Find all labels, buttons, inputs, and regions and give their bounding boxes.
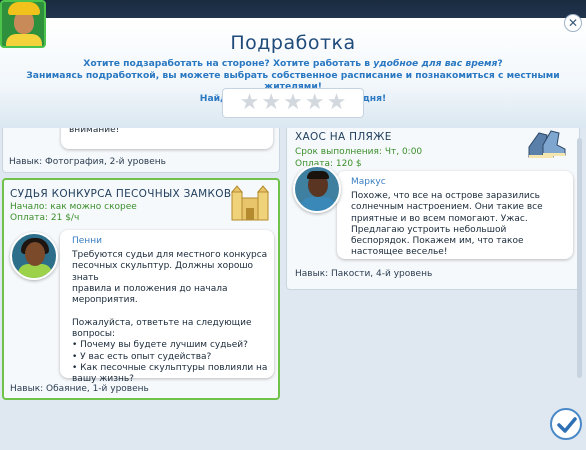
job-description: Требуются судьи для местного конкурса пе… xyxy=(72,250,268,385)
job-card-photography[interactable]: внимание! Навык: Фотография, 2-й уровень xyxy=(2,128,280,173)
checkmark-icon xyxy=(557,417,577,433)
job-skill-requirement: Навык: Пакости, 4-й уровень xyxy=(295,269,433,279)
scrollbar[interactable] xyxy=(577,138,582,378)
job-card-sandcastle-judge[interactable]: СУДЬЯ КОНКУРСА ПЕСОЧНЫХ ЗАМКОВ Начало: к… xyxy=(2,178,280,400)
job-skill-requirement: Навык: Фотография, 2-й уровень xyxy=(9,157,166,167)
job-pay: Оплата: 21 $/ч xyxy=(10,213,80,223)
close-icon: ✕ xyxy=(567,16,579,30)
star-icon[interactable]: ★ xyxy=(283,92,303,114)
job-skill-requirement: Навык: Обаяние, 1-й уровень xyxy=(10,384,149,394)
dialog-header: Подработка Хотите подзаработать на сторо… xyxy=(0,18,586,130)
sim-name: Маркус xyxy=(351,177,386,187)
sneakers-icon xyxy=(528,130,566,158)
job-card-beach-chaos[interactable]: ХАОС НА ПЛЯЖЕ Срок выполнения: Чт, 0:00 … xyxy=(286,128,580,290)
job-description: Похоже, что все на острове заразились со… xyxy=(351,191,543,258)
sim-avatar xyxy=(10,232,58,280)
close-button[interactable]: ✕ xyxy=(564,14,582,32)
hard-hat-icon xyxy=(8,2,40,15)
job-title: СУДЬЯ КОНКУРСА ПЕСОЧНЫХ ЗАМКОВ xyxy=(10,188,232,200)
star-icon[interactable]: ★ xyxy=(240,92,260,114)
star-icon[interactable]: ★ xyxy=(261,92,281,114)
job-description-bubble: Маркус Похоже, что все на острове зарази… xyxy=(337,171,573,259)
dialog-title: Подработка xyxy=(230,32,356,54)
star-icon[interactable]: ★ xyxy=(327,92,347,114)
active-sim-portrait[interactable] xyxy=(0,0,46,48)
job-start: Начало: как можно скорее xyxy=(10,202,137,212)
sandcastle-icon xyxy=(230,185,270,221)
job-description-bubble: внимание! xyxy=(61,128,273,149)
rating-filter[interactable]: ★ ★ ★ ★ ★ xyxy=(222,88,364,118)
star-icon[interactable]: ★ xyxy=(305,92,325,114)
job-title: ХАОС НА ПЛЯЖЕ xyxy=(295,131,392,143)
confirm-button[interactable] xyxy=(550,408,582,440)
odd-jobs-list[interactable]: внимание! Навык: Фотография, 2-й уровень… xyxy=(0,128,586,450)
job-deadline: Срок выполнения: Чт, 0:00 xyxy=(295,147,423,157)
job-description-bubble: Пенни Требуются судьи для местного конку… xyxy=(60,230,274,384)
sim-avatar xyxy=(293,165,341,213)
sim-name: Пенни xyxy=(72,236,102,246)
